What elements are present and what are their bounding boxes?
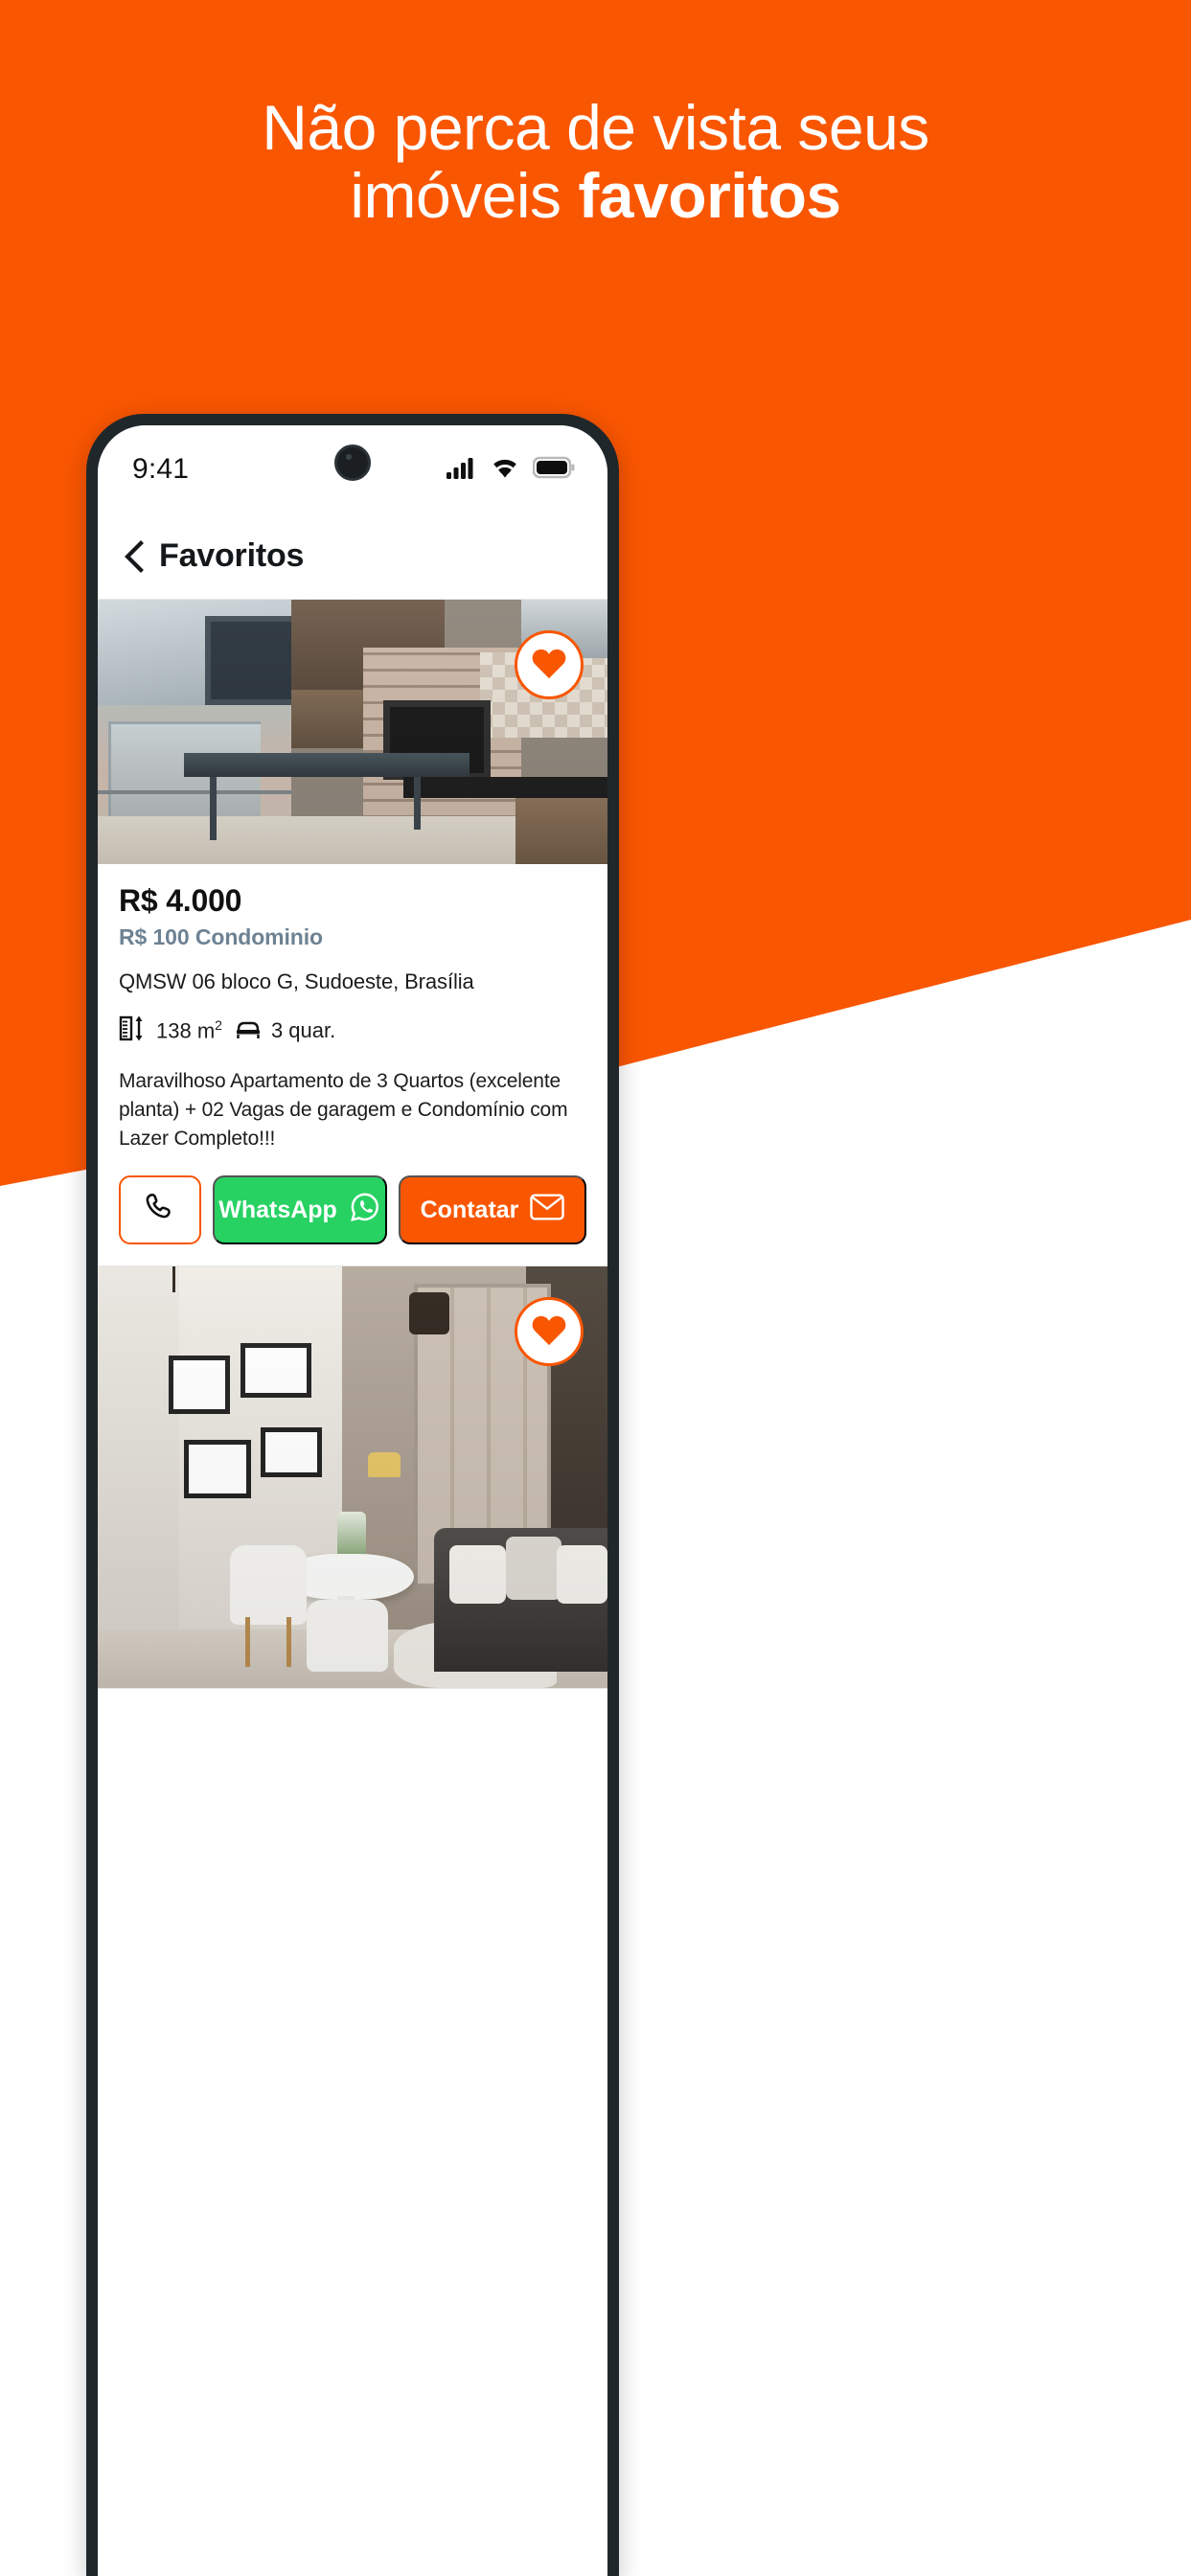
listing-address: QMSW 06 bloco G, Sudoeste, Brasília bbox=[119, 969, 474, 993]
wifi-icon bbox=[490, 456, 520, 484]
phone-screen: 9:41 Favoritos R$ 4.000 R$ 100 Condomini… bbox=[98, 425, 607, 2576]
heart-icon bbox=[531, 1313, 567, 1351]
phone-icon bbox=[144, 1191, 176, 1230]
ruler-area-icon bbox=[119, 1014, 148, 1048]
promo-page: Não perca de vista seus imóveis favorito… bbox=[0, 0, 1191, 2576]
listing-card[interactable]: R$ 4.000 R$ 100 Condominio QMSW 06 bloco… bbox=[98, 600, 607, 1267]
status-bar-clock: 9:41 bbox=[132, 453, 190, 485]
contact-button-label: Contatar bbox=[420, 1196, 519, 1223]
call-button[interactable] bbox=[119, 1175, 201, 1245]
headline-line-2: imóveis favoritos bbox=[0, 162, 1191, 230]
listing-card[interactable] bbox=[98, 1266, 607, 1690]
app-header: Favoritos bbox=[98, 513, 607, 600]
whatsapp-button-label: WhatsApp bbox=[218, 1196, 337, 1223]
promo-headline: Não perca de vista seus imóveis favorito… bbox=[0, 92, 1191, 231]
whatsapp-button[interactable]: WhatsApp bbox=[213, 1175, 388, 1245]
listing-features: 138 m2 3 quar. bbox=[119, 1014, 586, 1048]
listing-photo[interactable] bbox=[98, 1266, 607, 1689]
bed-icon bbox=[234, 1014, 263, 1047]
battery-icon bbox=[532, 456, 575, 484]
status-bar-icons bbox=[447, 456, 575, 484]
headline-line-2-bold: favoritos bbox=[578, 160, 841, 232]
listing-details: R$ 4.000 R$ 100 Condominio QMSW 06 bloco… bbox=[98, 864, 607, 1265]
contact-button[interactable]: Contatar bbox=[399, 1175, 586, 1245]
listing-description: Maravilhoso Apartamento de 3 Quartos (ex… bbox=[119, 1070, 568, 1150]
phone-mockup: 9:41 Favoritos R$ 4.000 R$ 100 Condomini… bbox=[86, 414, 619, 2576]
front-camera-icon bbox=[334, 445, 371, 481]
listing-price: R$ 4.000 bbox=[119, 883, 242, 918]
listing-bedrooms: 3 quar. bbox=[234, 1014, 335, 1047]
listing-actions: WhatsApp Contatar bbox=[119, 1175, 586, 1245]
chevron-left-icon[interactable] bbox=[123, 539, 146, 573]
headline-line-1: Não perca de vista seus bbox=[262, 92, 929, 163]
page-title: Favoritos bbox=[159, 537, 305, 574]
envelope-icon bbox=[530, 1194, 565, 1227]
status-bar: 9:41 bbox=[98, 425, 607, 513]
cellular-signal-icon bbox=[447, 456, 477, 484]
listing-area-value: 138 m2 bbox=[156, 1017, 222, 1043]
listing-area: 138 m2 bbox=[119, 1014, 222, 1048]
listing-photo[interactable] bbox=[98, 600, 607, 864]
favorite-button[interactable] bbox=[515, 630, 584, 699]
whatsapp-icon bbox=[349, 1191, 381, 1230]
headline-line-2-normal: imóveis bbox=[350, 160, 579, 232]
listing-bedrooms-value: 3 quar. bbox=[270, 1018, 336, 1042]
heart-icon bbox=[531, 647, 567, 684]
listing-condo-fee: R$ 100 Condominio bbox=[119, 924, 323, 949]
favorite-button[interactable] bbox=[515, 1297, 584, 1367]
